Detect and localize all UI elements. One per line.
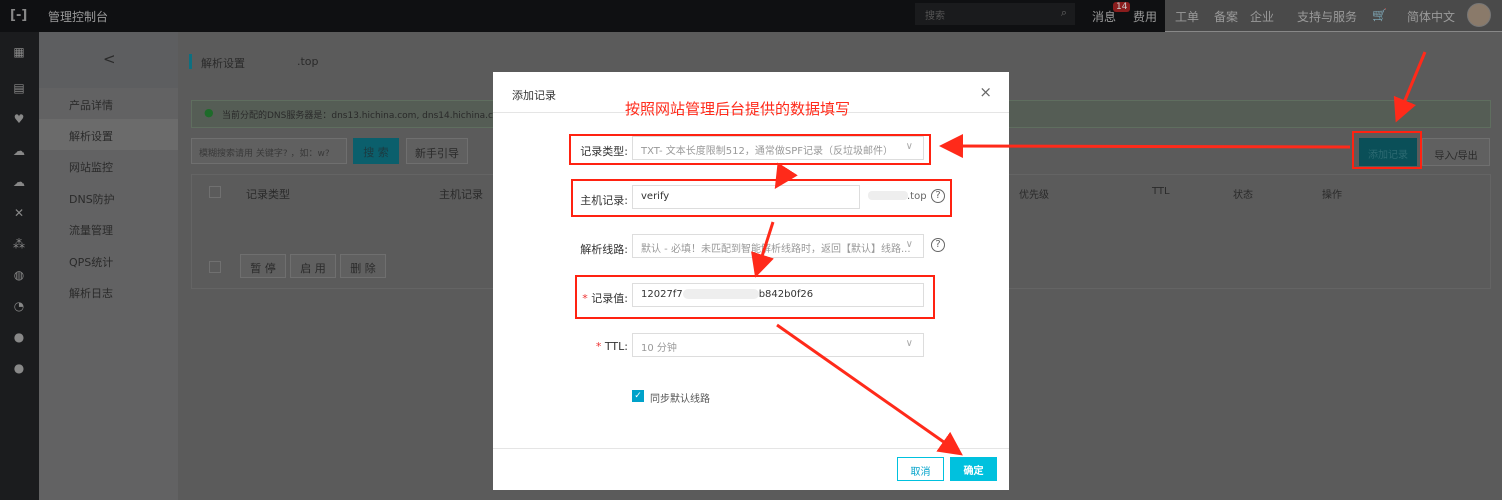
annotation-arrows bbox=[751, 51, 1427, 456]
